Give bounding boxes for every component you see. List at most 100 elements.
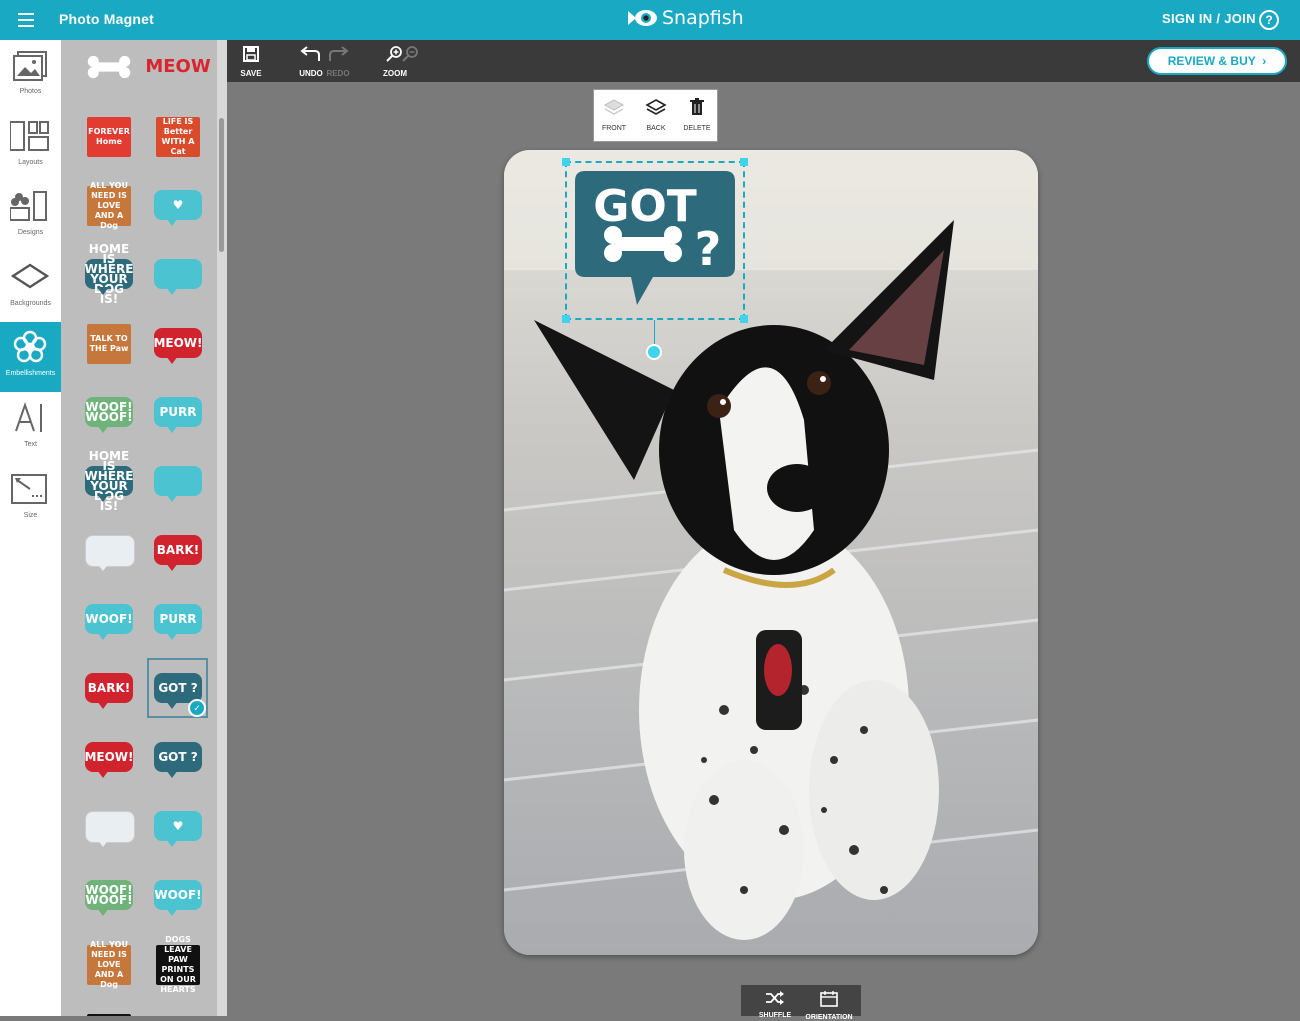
bone-icon — [87, 55, 131, 79]
zoom-out-button[interactable] — [391, 46, 431, 67]
embellishment-label: WOOF! — [85, 604, 133, 634]
bubble-tail — [166, 218, 178, 226]
save-icon — [243, 46, 259, 62]
embellishment-item[interactable]: BARK! — [152, 529, 204, 573]
bubble-tail — [166, 287, 178, 295]
embellishment-label: GOT ? — [154, 742, 202, 772]
layer-context-menu: FRONT BACK DELETE — [593, 89, 718, 142]
nav-item-embellishments[interactable]: Embellishments — [0, 322, 61, 392]
embellishment-item[interactable] — [83, 46, 135, 90]
brand-name: Snapfish — [662, 7, 744, 29]
embellishment-item[interactable] — [152, 253, 204, 297]
embellishment-palette: MEOW FOREVER Home LIFE IS Better WITH A Ca… — [61, 40, 227, 1016]
designs-icon — [10, 191, 47, 221]
resize-handle-top-left[interactable] — [562, 158, 570, 166]
embellishment-item[interactable]: ♥ — [152, 184, 204, 228]
delete-button[interactable]: DELETE — [679, 98, 715, 132]
bubble-tail — [97, 908, 109, 916]
embellishment-item[interactable]: WOOF! WOOF! — [83, 391, 135, 435]
resize-handle-bottom-left[interactable] — [562, 315, 570, 323]
resize-handle-bottom-right[interactable] — [740, 315, 748, 323]
embellishment-item[interactable]: ALL YOU NEED IS LOVE AND A Dog — [83, 940, 135, 989]
shuffle-icon — [766, 991, 784, 1005]
nav-item-size[interactable]: Size — [0, 464, 61, 534]
back-label: BACK — [646, 125, 666, 132]
resize-handle-top-right[interactable] — [740, 158, 748, 166]
nav-item-backgrounds[interactable]: Backgrounds — [0, 252, 61, 322]
embellishment-label: FOREVER Home — [87, 117, 131, 157]
rotate-handle-icon[interactable] — [646, 344, 662, 360]
nav-item-layouts[interactable]: Layouts — [0, 111, 61, 181]
embellishment-item[interactable]: TALK TO THE Paw — [83, 322, 135, 366]
nav-item-text[interactable]: Text — [0, 393, 61, 463]
text-icon — [15, 401, 42, 432]
embellishment-label: MEOW! — [153, 328, 203, 358]
save-button[interactable]: SAVE — [231, 46, 271, 78]
embellishment-label: PURR — [154, 604, 202, 634]
embellishment-label: WOOF! WOOF! — [85, 880, 133, 910]
embellishment-label: LIFE IS Better WITH A Cat — [156, 117, 200, 157]
bubble-tail — [97, 701, 109, 709]
embellishment-item[interactable]: WOOF! WOOF! — [83, 874, 135, 918]
embellishment-label — [154, 259, 202, 289]
embellishment-item[interactable]: MEOW! — [83, 736, 135, 780]
embellishment-label: ALL YOU NEED IS LOVE AND A Dog — [87, 940, 131, 989]
rotate-connector — [654, 320, 655, 344]
embellishment-item[interactable]: DOGS LEAVE PAW PRINTS ON OUR HEARTS — [152, 935, 204, 994]
embellishment-item[interactable]: FOREVER Home — [83, 115, 135, 159]
embellishment-item[interactable]: BARK! — [83, 667, 135, 711]
bubble-tail — [166, 770, 178, 778]
nav-item-photos[interactable]: Photos — [0, 40, 61, 110]
embellishment-item[interactable]: WOOF! — [83, 598, 135, 642]
send-to-back-button[interactable]: BACK — [638, 98, 674, 132]
embellishment-item[interactable] — [83, 805, 135, 849]
bubble-tail — [97, 287, 109, 295]
embellishment-label: ♥ — [154, 811, 202, 841]
embellishment-item[interactable]: LIFE IS Better WITH A Cat — [152, 115, 204, 159]
embellishment-item[interactable]: DOGS — [83, 1012, 135, 1016]
embellishment-item[interactable]: PURR — [152, 391, 204, 435]
embellishment-label — [154, 466, 202, 496]
bubble-tail — [166, 356, 178, 364]
embellishment-item[interactable]: HOME IS WHERE YOUR DOG IS! — [83, 243, 135, 305]
help-icon[interactable]: ? — [1259, 10, 1279, 30]
embellishment-item[interactable]: PURR — [152, 598, 204, 642]
bubble-tail — [97, 632, 109, 640]
embellishment-item[interactable] — [152, 460, 204, 504]
embellishment-label: ♥ — [154, 190, 202, 220]
orientation-button[interactable]: ORIENTATION — [799, 991, 859, 1021]
delete-label: DELETE — [683, 125, 711, 132]
embellishment-label: MEOW — [145, 56, 211, 77]
embellishment-label: HOME IS WHERE YOUR DOG IS! — [84, 449, 134, 513]
sign-in-link[interactable]: SIGN IN / JOIN — [1162, 11, 1256, 26]
nav-label: Size — [23, 512, 38, 519]
hamburger-menu-icon[interactable] — [18, 13, 34, 27]
bring-to-front-button[interactable]: FRONT — [596, 98, 632, 132]
nav-label: Designs — [17, 229, 44, 236]
bubble-tail — [166, 494, 178, 502]
embellishment-item[interactable]: MEOW! — [152, 322, 204, 366]
embellishment-item[interactable] — [83, 529, 135, 573]
bubble-tail — [97, 494, 109, 502]
embellishment-item[interactable]: GOT ? — [152, 736, 204, 780]
embellishment-item[interactable]: MEOW — [145, 46, 211, 90]
redo-icon — [329, 46, 349, 61]
redo-button[interactable]: REDO — [318, 46, 358, 78]
brand-logo[interactable]: Snapfish — [626, 7, 744, 29]
chevron-right-icon: › — [1258, 54, 1267, 68]
review-and-buy-button[interactable]: REVIEW & BUY › — [1147, 47, 1287, 75]
bubble-tail — [166, 839, 178, 847]
selection-box[interactable] — [565, 161, 745, 320]
shuffle-button[interactable]: SHUFFLE — [745, 991, 805, 1019]
bubble-tail — [166, 563, 178, 571]
bubble-tail — [97, 839, 109, 847]
scrollbar-thumb[interactable] — [219, 118, 224, 252]
nav-label: Photos — [19, 88, 42, 95]
embellishment-item[interactable]: ALL YOU NEED IS LOVE AND A Dog — [83, 181, 135, 230]
embellishment-item[interactable]: WOOF! — [152, 874, 204, 918]
embellishment-label: WOOF! WOOF! — [85, 397, 133, 427]
embellishment-item[interactable]: HOME IS WHERE YOUR DOG IS! — [83, 449, 135, 513]
embellishment-item[interactable]: ♥ — [152, 805, 204, 849]
nav-item-designs[interactable]: Designs — [0, 181, 61, 251]
bubble-tail — [97, 563, 109, 571]
